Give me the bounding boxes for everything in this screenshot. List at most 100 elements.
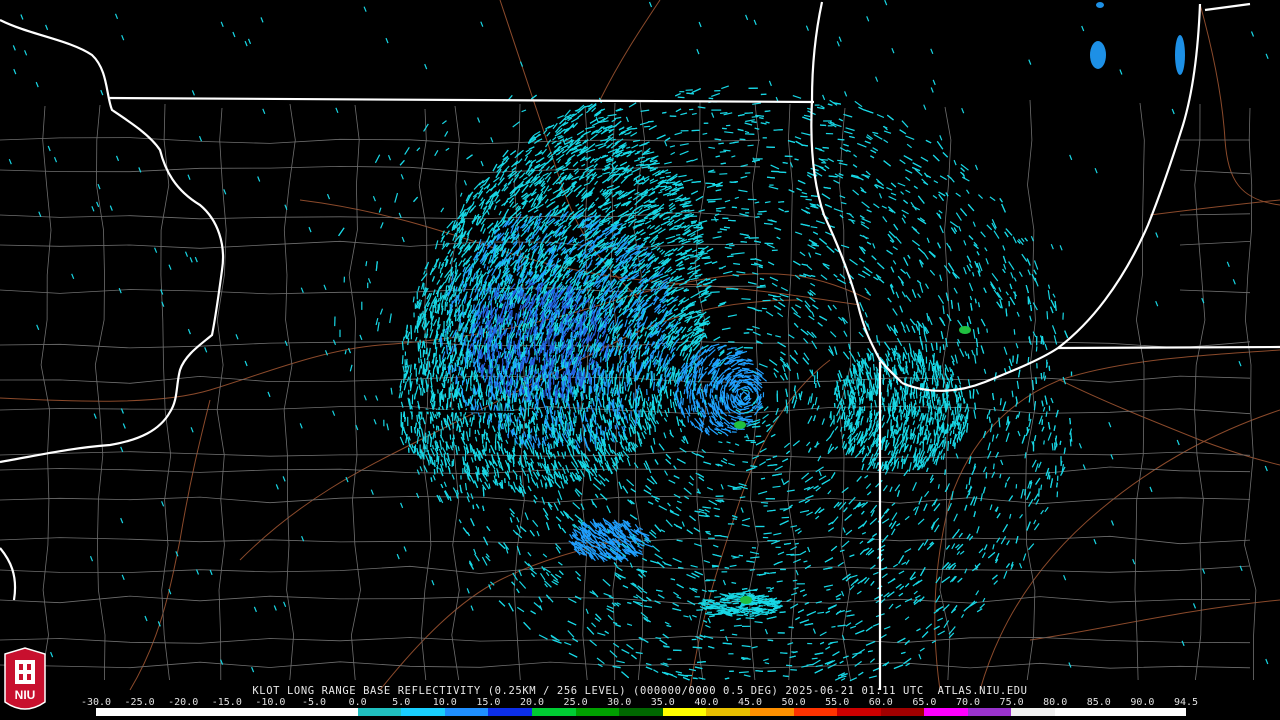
echo-dash (592, 401, 595, 407)
echo-dash (569, 429, 571, 436)
echo-dash (428, 361, 431, 368)
echo-dash (458, 425, 461, 433)
echo-dash (444, 333, 446, 342)
echo-dash (658, 360, 660, 367)
echo-dash (575, 415, 577, 424)
echo-dash (577, 402, 580, 408)
echo-dash (512, 457, 515, 467)
echo-dash (444, 301, 447, 311)
echo-dash (437, 425, 440, 431)
echo-dash (418, 357, 420, 364)
echo-dash (451, 441, 454, 448)
echo-dash (447, 378, 450, 384)
echo-dash (572, 322, 574, 327)
echo-dash (578, 344, 581, 352)
echo-dash (492, 343, 494, 351)
echo-dash (544, 435, 547, 441)
echo-dash (667, 407, 670, 414)
echo-dash (628, 413, 631, 421)
echo-dash (419, 349, 422, 359)
echo-dash (584, 384, 586, 393)
echo-dash (596, 393, 599, 401)
echo-dash (594, 440, 597, 448)
echo-dash (551, 397, 554, 405)
echo-dash (424, 333, 426, 338)
echo-dash (454, 348, 457, 355)
radar-map (0, 0, 1280, 720)
echo-dash (555, 355, 557, 361)
echo-dash (365, 261, 368, 267)
echo-dash (495, 339, 498, 349)
echo-dash (494, 433, 497, 444)
echo-dash (465, 378, 468, 385)
echo-dash (657, 403, 659, 414)
echo-dash (427, 434, 429, 445)
echo-dash (477, 289, 479, 295)
echo-dash (565, 397, 567, 403)
echo-dash (434, 431, 436, 438)
echo-dash (564, 421, 567, 431)
echo-dash (520, 406, 523, 416)
echo-dash (482, 398, 485, 406)
echo-dash (687, 254, 694, 257)
echo-dash (452, 384, 454, 390)
echo-dash (507, 405, 509, 412)
echo-dash (565, 382, 567, 387)
echo-dash (628, 442, 631, 447)
echo-dash (599, 387, 601, 394)
echo-dash (433, 352, 435, 358)
echo-dash (586, 379, 589, 384)
echo-dash (478, 421, 481, 429)
echo-dash (469, 417, 472, 423)
echo-dash (406, 324, 408, 330)
echo-dash (659, 357, 662, 367)
echo-dash (425, 347, 428, 355)
echo-dash (469, 386, 472, 391)
echo-dash (401, 341, 404, 351)
echo-dash (499, 402, 501, 412)
echo-dash (459, 318, 462, 325)
echo-dash (401, 355, 404, 365)
echo-dash (438, 302, 441, 311)
echo-dash (431, 311, 433, 321)
echo-dash (484, 301, 487, 308)
echo-dash (455, 412, 457, 419)
echo-dash (675, 234, 681, 236)
echo-dash (642, 360, 645, 365)
echo-dash (452, 434, 455, 440)
echo-dash (516, 426, 518, 436)
echo-dash (604, 406, 606, 413)
echo-dash (413, 446, 416, 454)
echo-dash (618, 405, 621, 411)
echo-dash (547, 408, 550, 415)
echo-dash (403, 373, 405, 384)
echo-dash (412, 296, 415, 303)
echo-dash (501, 479, 504, 489)
echo-dash (572, 427, 575, 436)
echo-dash (524, 409, 526, 416)
echo-dash (678, 237, 683, 240)
echo-dash (485, 399, 488, 406)
echo-dash (650, 408, 653, 417)
echo-dash (657, 388, 660, 394)
echo-dash (469, 396, 472, 403)
map-background (0, 0, 1280, 720)
echo-dash (446, 301, 448, 307)
echo-dash (487, 471, 489, 477)
echo-dash (502, 388, 505, 399)
echo-dash (497, 423, 500, 429)
echo-dash (436, 467, 439, 473)
echo-dash (659, 181, 669, 184)
echo-dash (660, 185, 667, 188)
echo-dash (457, 403, 460, 409)
echo-dash (434, 307, 437, 314)
echo-dash (629, 371, 632, 377)
echo-dash (409, 378, 412, 388)
echo-dash (404, 417, 406, 422)
echo-dash (437, 455, 440, 465)
echo-dash (547, 469, 549, 476)
echo-dash (482, 318, 484, 325)
echo-dash (541, 387, 544, 394)
echo-dash (469, 360, 471, 368)
echo-dash (535, 423, 538, 433)
